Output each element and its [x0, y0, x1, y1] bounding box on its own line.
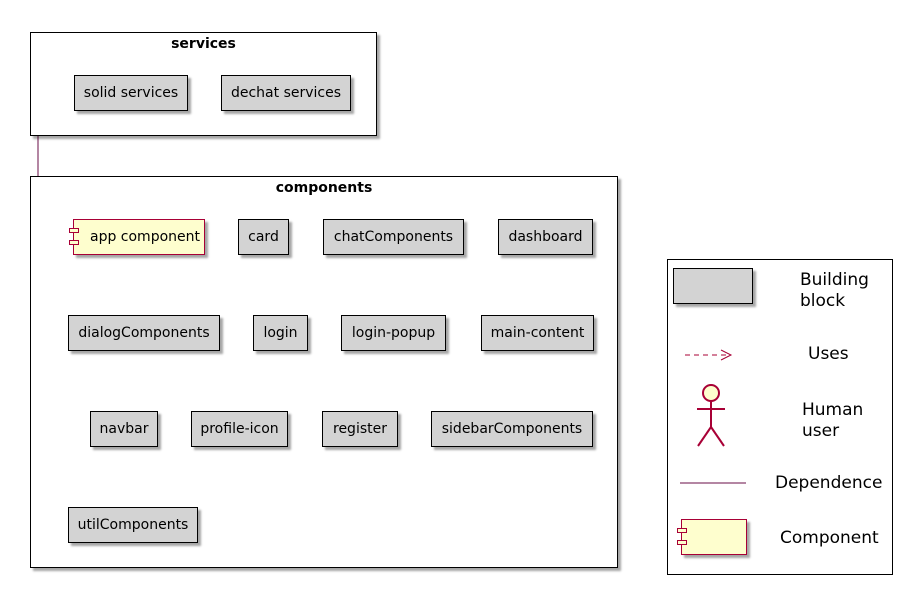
login-popup-block[interactable]: login-popup [341, 315, 446, 351]
legend-component-tab-bottom [677, 540, 687, 545]
navbar-block[interactable]: navbar [90, 411, 158, 447]
dechat-services-block[interactable]: dechat services [221, 75, 351, 111]
services-package: services solid services dechat services [30, 32, 377, 136]
util-components-block[interactable]: utilComponents [68, 507, 198, 543]
register-block[interactable]: register [322, 411, 398, 447]
legend-component-label: Component [780, 528, 879, 548]
sidebar-components-block[interactable]: sidebarComponents [431, 411, 593, 447]
legend-dependence-line [680, 482, 746, 484]
app-component[interactable]: app component [69, 219, 205, 255]
dashboard-block[interactable]: dashboard [498, 219, 593, 255]
solid-services-block[interactable]: solid services [74, 75, 188, 111]
components-package: components app component card chatCompon… [30, 176, 618, 568]
dialog-components-block[interactable]: dialogComponents [68, 315, 220, 351]
services-package-title: services [171, 36, 236, 52]
card-block[interactable]: card [238, 219, 289, 255]
legend-uses-label: Uses [808, 344, 849, 364]
app-component-label: app component [89, 229, 200, 245]
login-block[interactable]: login [253, 315, 308, 351]
component-tab-bottom [69, 240, 79, 245]
legend-building-block-label: Building block [800, 270, 869, 312]
legend: Building block Uses Human user Dependenc… [667, 259, 893, 575]
legend-building-block-swatch [673, 268, 753, 304]
legend-dependence-label: Dependence [775, 473, 883, 493]
component-tab-top [69, 228, 79, 233]
components-package-title: components [275, 180, 373, 196]
actor-icon [697, 384, 725, 447]
main-content-block[interactable]: main-content [481, 315, 594, 351]
legend-human-user-label: Human user [802, 400, 864, 442]
chat-components-block[interactable]: chatComponents [323, 219, 464, 255]
legend-uses-arrow [685, 349, 733, 361]
legend-component-tab-top [677, 528, 687, 533]
profile-icon-block[interactable]: profile-icon [191, 411, 288, 447]
legend-component-icon [677, 519, 747, 555]
